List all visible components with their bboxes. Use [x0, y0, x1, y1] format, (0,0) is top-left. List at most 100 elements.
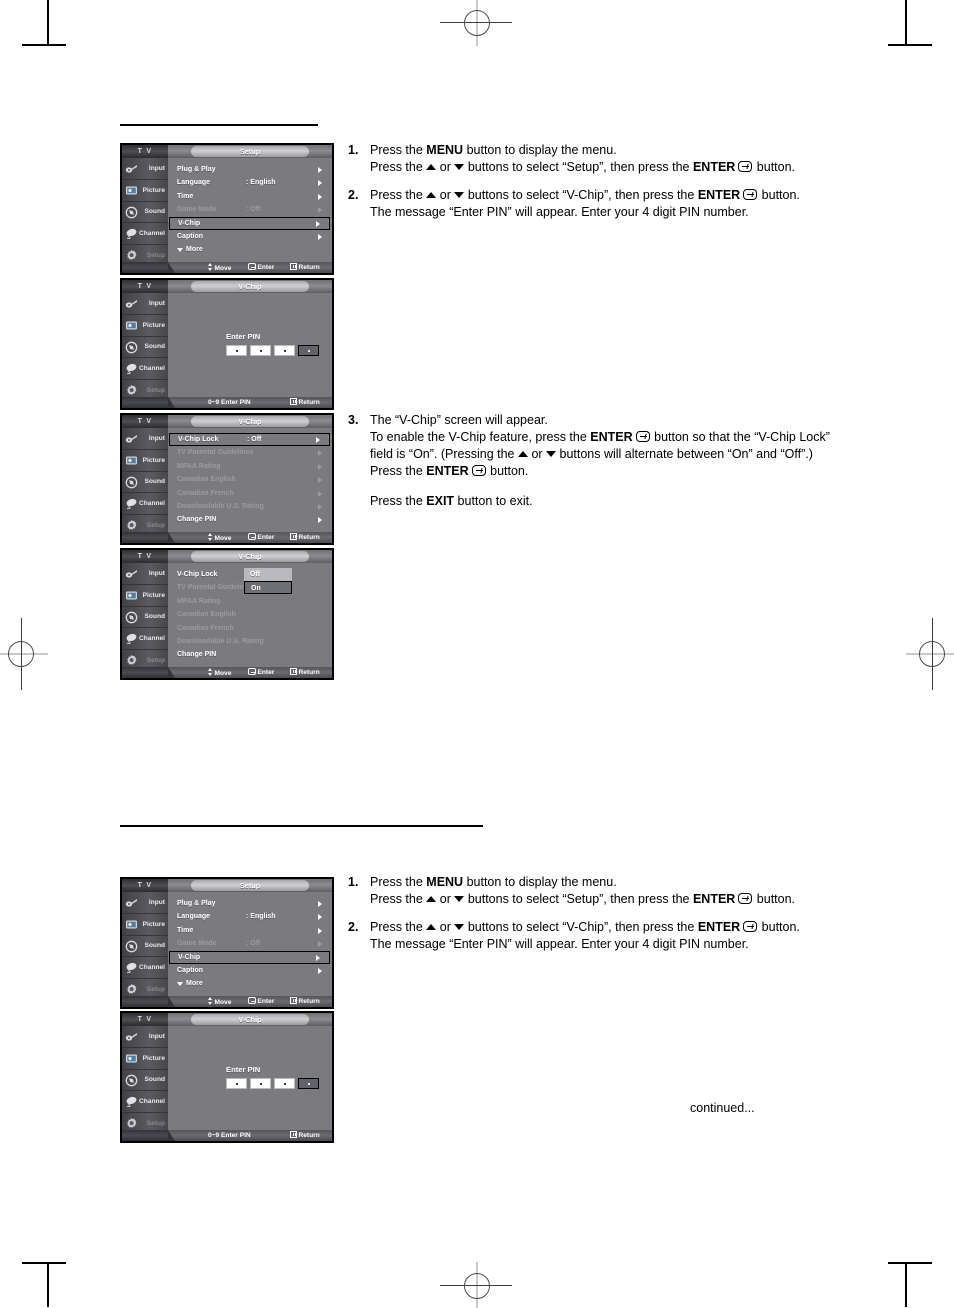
menu-row-time[interactable]: Time [168, 190, 332, 203]
menu-row-language[interactable]: Language : English [168, 176, 332, 189]
menu-row-tv-parental-guidelines[interactable]: TV Parental Guidelines [168, 446, 332, 459]
text-fragment: Press the [370, 892, 427, 906]
text-fragment: Press the [370, 188, 427, 202]
menu-row-plug-and-play[interactable]: Plug & Play [168, 897, 332, 910]
menu-row-canadian-english[interactable]: Canadian English [168, 473, 332, 486]
menu-row-mpaa-rating[interactable]: MPAA Rating [168, 460, 332, 473]
menu-row-label: Language [177, 913, 211, 921]
menu-row-label: Plug & Play [177, 900, 216, 907]
menu-row-downloadable-us-rating[interactable]: Downloadable U.S. Rating [168, 635, 332, 648]
sidebar-item-label: Setup [146, 252, 165, 260]
sidebar-item-label: Channel [138, 500, 165, 508]
pin-input-group[interactable] [226, 1078, 319, 1089]
sidebar-item-channel[interactable]: Channel [122, 628, 168, 651]
menu-row-change-pin[interactable]: Change PIN [168, 648, 332, 661]
menu-row-value: : Off [247, 436, 262, 443]
pin-digit-1[interactable] [226, 1078, 247, 1089]
menu-row-more[interactable]: More [168, 977, 332, 990]
sidebar-item-input[interactable]: Input [122, 563, 168, 585]
sidebar-item-picture[interactable]: Picture [122, 585, 168, 607]
osd-sidebar[interactable]: Input Picture Sound Channel Setup [122, 293, 168, 402]
sidebar-item-channel[interactable]: Channel [122, 358, 168, 381]
sidebar-item-sound[interactable]: Sound [122, 337, 168, 359]
footer-return-label: Return [298, 264, 320, 271]
osd-header: T V Setup [122, 145, 332, 158]
sidebar-item-sound[interactable]: Sound [122, 936, 168, 958]
pin-digit-2[interactable] [250, 345, 271, 356]
registration-mark-right [919, 641, 945, 667]
pin-digit-1[interactable] [226, 345, 247, 356]
pin-digit-2[interactable] [250, 1078, 271, 1089]
pin-input-group[interactable] [226, 345, 319, 356]
sidebar-item-sound[interactable]: Sound [122, 472, 168, 494]
osd-footer: Move Enter Return [122, 532, 332, 543]
sidebar-item-input[interactable]: Input [122, 892, 168, 914]
sidebar-item-sound[interactable]: Sound [122, 607, 168, 629]
sidebar-item-channel[interactable]: Channel [122, 1091, 168, 1114]
sidebar-item-sound[interactable]: Sound [122, 202, 168, 224]
sidebar-item-input[interactable]: Input [122, 428, 168, 450]
menu-row-time[interactable]: Time [168, 924, 332, 937]
osd-footer-notch [122, 1130, 175, 1141]
menu-row-game-mode[interactable]: Game Mode : Off [168, 937, 332, 950]
menu-row-v-chip-lock[interactable]: V-Chip Lock : Off [169, 433, 330, 447]
instruction-step-1: 1. Press the MENU button to display the … [348, 874, 848, 908]
menu-row-caption[interactable]: Caption [168, 964, 332, 977]
chevron-right-icon [318, 180, 322, 187]
osd-enter-pin-top[interactable]: T V V-Chip Input Picture Sound Channel S… [120, 278, 334, 410]
osd-sidebar[interactable]: Input Picture Sound Channel Setup [122, 158, 168, 267]
enter-key-icon [248, 997, 256, 1004]
sidebar-item-label: Sound [144, 343, 165, 351]
menu-row-v-chip[interactable]: V-Chip [169, 950, 330, 964]
dropdown-option-on[interactable]: On [244, 581, 292, 595]
pin-digit-4[interactable] [298, 1078, 319, 1089]
text-fragment: Press the [370, 494, 427, 508]
osd-sidebar[interactable]: Input Picture Sound Channel Setup [122, 563, 168, 672]
osd-sidebar[interactable]: Input Picture Sound Channel Setup [122, 428, 168, 537]
footer-move-label: Move [214, 999, 232, 1006]
sidebar-item-sound[interactable]: Sound [122, 1070, 168, 1092]
menu-row-mpaa-rating[interactable]: MPAA Rating [168, 595, 332, 608]
return-key-icon [290, 668, 297, 675]
menu-row-label: Caption [177, 966, 204, 974]
text-fragment: or [436, 920, 455, 934]
osd-sidebar[interactable]: Input Picture Sound Channel Setup [122, 892, 168, 1001]
sidebar-item-channel[interactable]: Channel [122, 223, 168, 246]
osd-enter-pin-bottom[interactable]: T V V-Chip Input Picture Sound Channel S… [120, 1011, 334, 1143]
menu-row-canadian-english[interactable]: Canadian English [168, 608, 332, 621]
osd-setup-menu-top[interactable]: T V Setup Input Picture Sound Channel Se… [120, 143, 334, 275]
footer-return: Return [290, 1130, 320, 1141]
sidebar-item-input[interactable]: Input [122, 293, 168, 315]
sidebar-item-channel[interactable]: Channel [122, 493, 168, 516]
sidebar-item-picture[interactable]: Picture [122, 1048, 168, 1070]
menu-row-downloadable-us-rating[interactable]: Downloadable U.S. Rating [168, 500, 332, 513]
enter-keyword: ENTER [697, 188, 741, 202]
menu-row-game-mode[interactable]: Game Mode : Off [168, 203, 332, 216]
menu-row-canadian-french[interactable]: Canadian French [168, 622, 332, 635]
menu-row-plug-and-play[interactable]: Plug & Play [168, 163, 332, 176]
osd-setup-menu-bottom[interactable]: T V Setup Input Picture Sound Channel Se… [120, 877, 334, 1009]
osd-sidebar[interactable]: Input Picture Sound Channel Setup [122, 1026, 168, 1135]
dropdown-option-off[interactable]: Off [244, 568, 292, 582]
menu-row-change-pin[interactable]: Change PIN [168, 513, 332, 526]
menu-row-language[interactable]: Language : English [168, 910, 332, 923]
exit-keyword: EXIT [426, 494, 455, 508]
menu-keyword: MENU [426, 143, 464, 157]
sidebar-item-picture[interactable]: Picture [122, 450, 168, 472]
menu-row-more[interactable]: More [168, 243, 332, 256]
menu-row-caption[interactable]: Caption [168, 230, 332, 243]
sidebar-item-picture[interactable]: Picture [122, 914, 168, 936]
menu-row-canadian-french[interactable]: Canadian French [168, 487, 332, 500]
move-arrows-icon [208, 997, 213, 1005]
sidebar-item-input[interactable]: Input [122, 158, 168, 180]
osd-vchip-menu[interactable]: T V V-Chip Input Picture Sound Channel S… [120, 413, 334, 545]
pin-digit-3[interactable] [274, 345, 295, 356]
menu-row-v-chip[interactable]: V-Chip [169, 216, 330, 230]
sidebar-item-input[interactable]: Input [122, 1026, 168, 1048]
sidebar-item-picture[interactable]: Picture [122, 315, 168, 337]
sidebar-item-channel[interactable]: Channel [122, 957, 168, 980]
osd-vchip-lock-dropdown[interactable]: T V V-Chip Input Picture Sound Channel S… [120, 548, 334, 680]
sidebar-item-picture[interactable]: Picture [122, 180, 168, 202]
pin-digit-3[interactable] [274, 1078, 295, 1089]
pin-digit-4[interactable] [298, 345, 319, 356]
